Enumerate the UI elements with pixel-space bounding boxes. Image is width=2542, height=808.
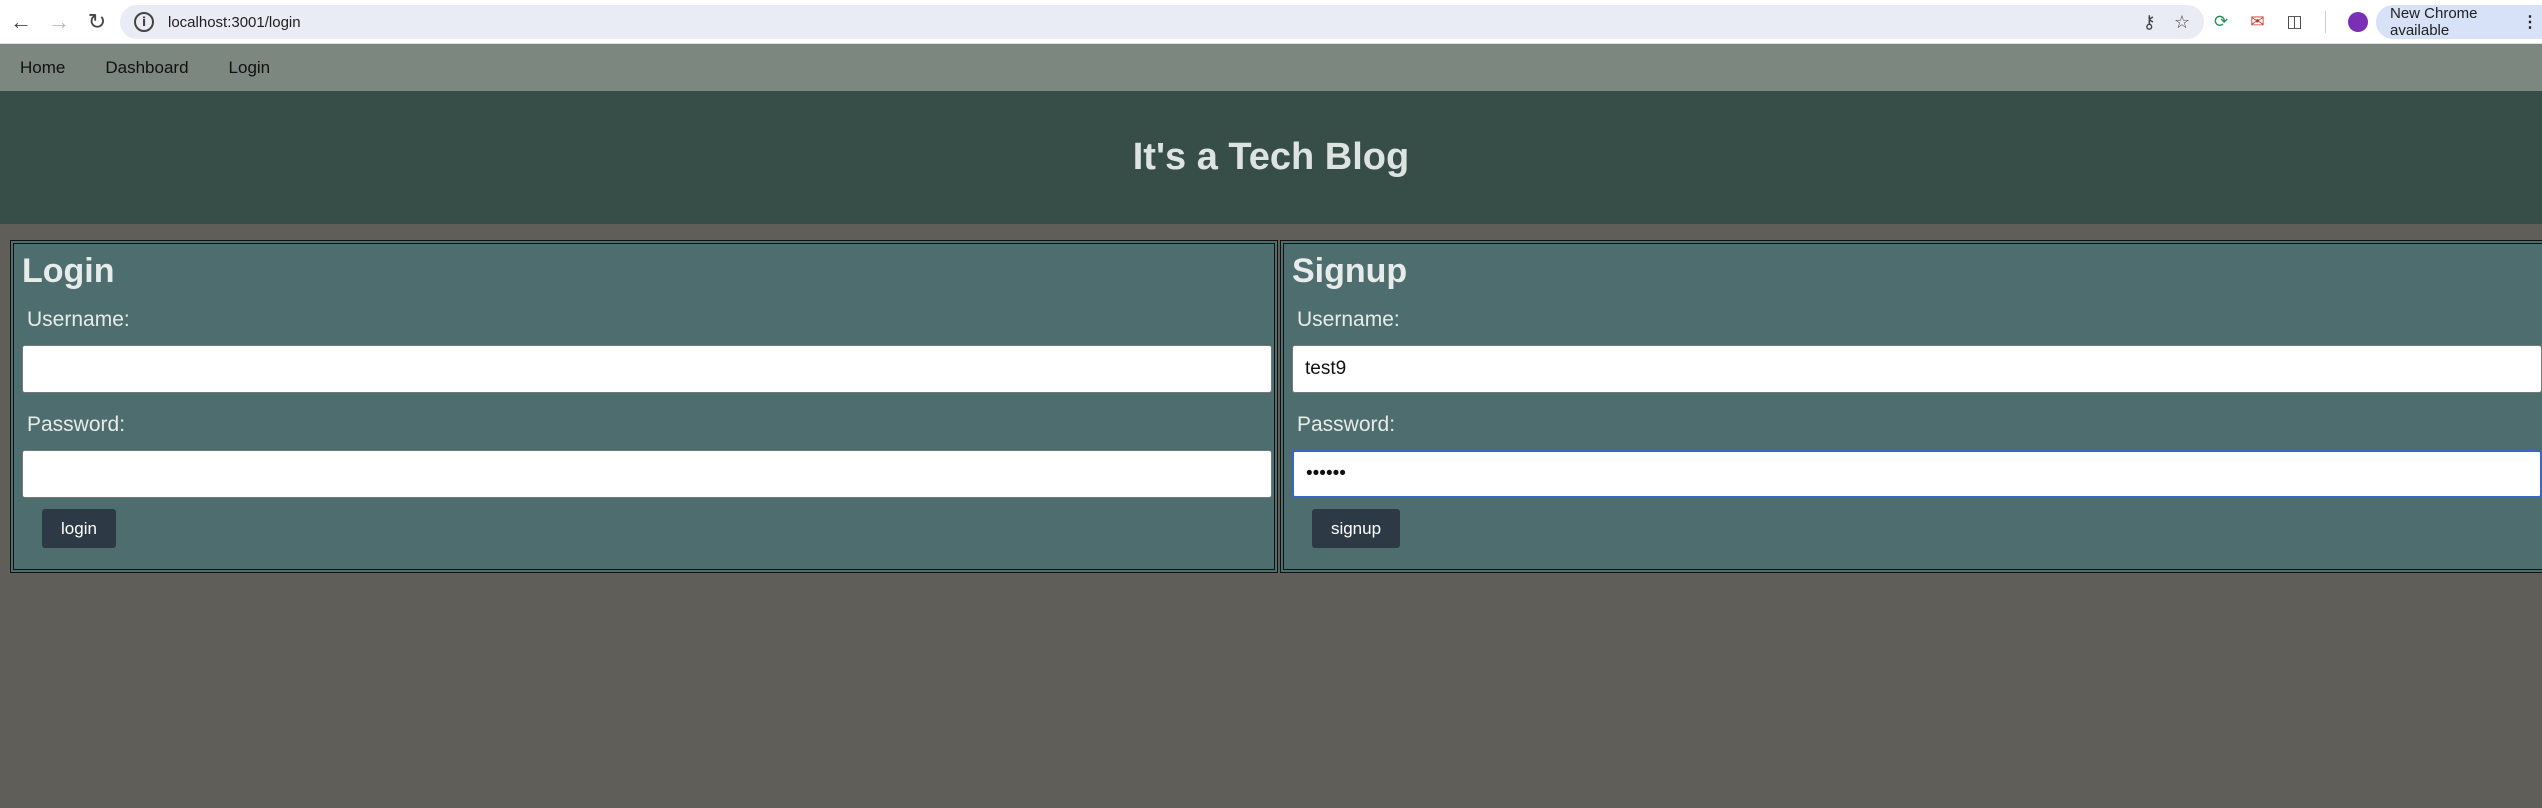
nav-link-home[interactable]: Home — [20, 58, 65, 78]
chrome-update-label: New Chrome available — [2390, 5, 2478, 39]
chrome-update-button[interactable]: New Chrome available ⋮ — [2376, 5, 2542, 39]
menu-kebab-icon[interactable]: ⋮ — [2522, 12, 2538, 32]
signup-button[interactable]: signup — [1312, 509, 1400, 548]
login-username-label: Username: — [27, 308, 130, 331]
profile-avatar[interactable] — [2347, 12, 2368, 32]
url-text[interactable]: localhost:3001/login — [168, 14, 301, 31]
signup-username-label: Username: — [1297, 308, 1400, 331]
browser-toolbar: ← → ↻ i localhost:3001/login ⚷ ☆ ⟳ ✉ ◫ N… — [0, 0, 2542, 44]
site-nav: Home Dashboard Login — [0, 44, 2542, 91]
nav-link-login[interactable]: Login — [229, 58, 271, 78]
site-header: It's a Tech Blog — [0, 91, 2542, 224]
signup-password-input[interactable] — [1292, 450, 2542, 498]
reload-icon[interactable]: ↻ — [80, 5, 114, 39]
bookmark-star-icon[interactable]: ☆ — [2174, 12, 2190, 33]
nav-link-dashboard[interactable]: Dashboard — [105, 58, 188, 78]
signup-panel: Signup Username: Password: signup — [1280, 240, 2542, 573]
back-icon[interactable]: ← — [4, 5, 38, 39]
signup-title: Signup — [1292, 252, 1408, 290]
signup-username-input[interactable] — [1292, 345, 2542, 393]
address-bar[interactable]: i localhost:3001/login ⚷ ☆ — [120, 5, 2204, 39]
site-info-icon[interactable]: i — [134, 12, 154, 32]
site-title: It's a Tech Blog — [1132, 136, 1410, 178]
login-password-label: Password: — [27, 413, 126, 436]
login-password-input[interactable] — [22, 450, 1272, 498]
login-panel: Login Username: Password: login — [10, 240, 1278, 573]
login-username-input[interactable] — [22, 345, 1272, 393]
extensions-puzzle-icon[interactable]: ◫ — [2287, 12, 2303, 32]
login-title: Login — [22, 252, 115, 290]
extension-icon[interactable]: ⟳ — [2214, 12, 2228, 32]
signup-password-label: Password: — [1297, 413, 1396, 436]
forward-icon[interactable]: → — [42, 5, 76, 39]
extension-badge-icon[interactable]: ✉ — [2250, 12, 2264, 32]
password-key-icon[interactable]: ⚷ — [2143, 12, 2156, 33]
toolbar-divider — [2324, 11, 2326, 33]
login-button[interactable]: login — [42, 509, 116, 548]
